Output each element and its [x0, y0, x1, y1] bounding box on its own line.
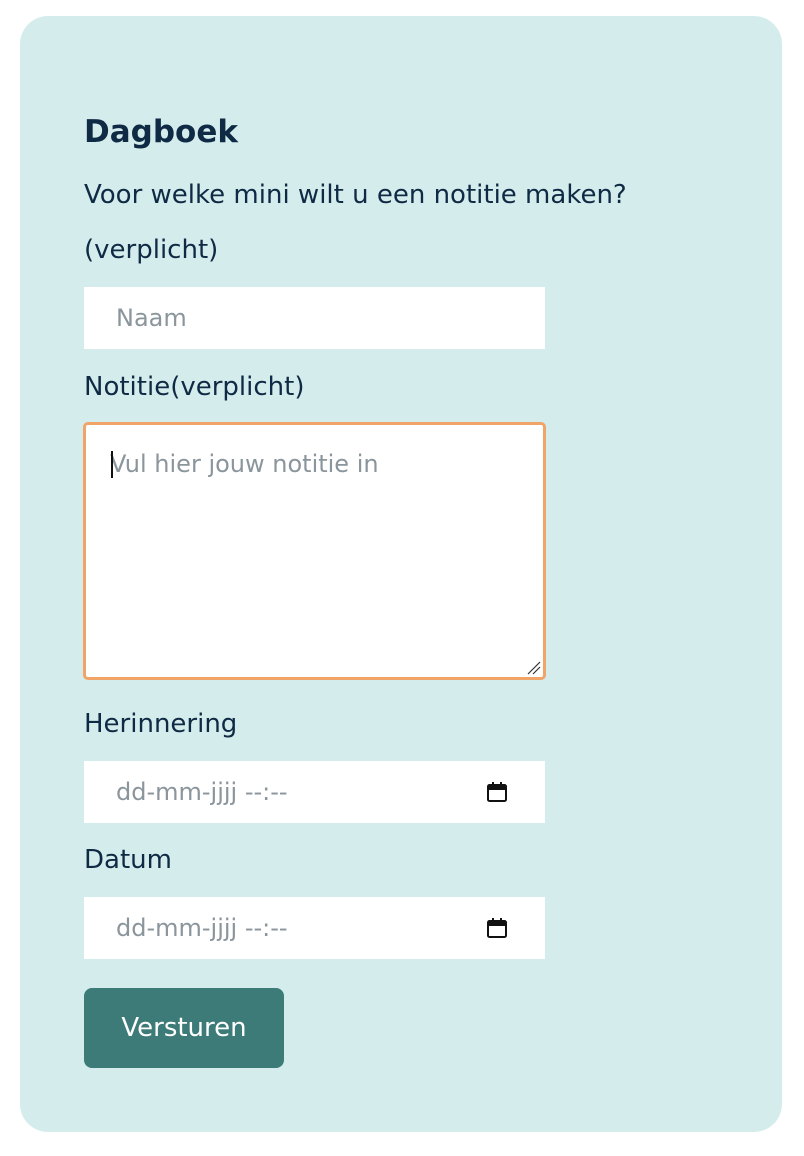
date-label: Datum [84, 845, 172, 875]
text-caret [111, 451, 113, 478]
name-input[interactable]: Naam [84, 287, 545, 349]
form-title: Dagboek [84, 114, 238, 150]
mini-question-label: Voor welke mini wilt u een notitie maken… [84, 180, 627, 210]
date-placeholder: dd-mm-jjjj --:-- [116, 914, 288, 942]
reminder-label: Herinnering [84, 709, 238, 739]
calendar-icon[interactable] [485, 780, 509, 804]
submit-button[interactable]: Versturen [84, 988, 284, 1068]
reminder-placeholder: dd-mm-jjjj --:-- [116, 778, 288, 806]
note-placeholder: Vul hier jouw notitie in [110, 450, 379, 478]
note-textarea[interactable]: Vul hier jouw notitie in [83, 422, 546, 680]
note-label: Notitie(verplicht) [84, 372, 305, 402]
required-indicator: (verplicht) [84, 235, 219, 265]
name-placeholder: Naam [116, 304, 187, 332]
diary-form-card: Dagboek Voor welke mini wilt u een notit… [20, 16, 782, 1132]
reminder-datetime-input[interactable]: dd-mm-jjjj --:-- [84, 761, 545, 823]
resize-handle-icon[interactable] [527, 661, 541, 675]
date-datetime-input[interactable]: dd-mm-jjjj --:-- [84, 897, 545, 959]
calendar-icon[interactable] [485, 916, 509, 940]
